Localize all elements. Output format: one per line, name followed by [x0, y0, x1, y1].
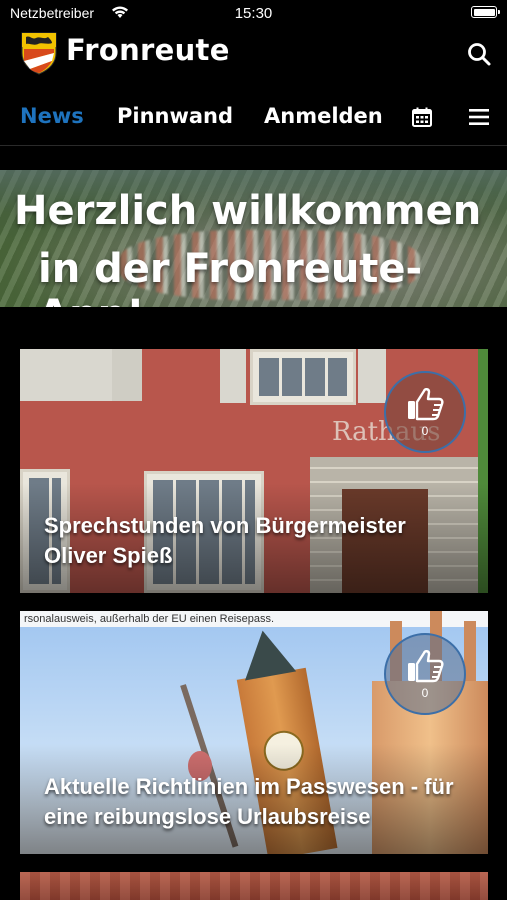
- status-bar: Netzbetreiber 15:30: [0, 0, 507, 28]
- calendar-icon[interactable]: [411, 106, 433, 128]
- window: [250, 349, 356, 405]
- card-title-line2: Oliver Spieß: [44, 543, 173, 568]
- news-card[interactable]: rsonalausweis, außerhalb der EU einen Re…: [20, 611, 488, 854]
- window-shutter: [358, 349, 386, 403]
- tab-anmelden[interactable]: Anmelden: [264, 104, 383, 128]
- clock-label: 15:30: [234, 5, 273, 22]
- search-icon[interactable]: [465, 40, 493, 68]
- window-shutter: [220, 349, 246, 403]
- battery-icon: [471, 6, 500, 18]
- tab-pinnwand[interactable]: Pinnwand: [117, 104, 233, 128]
- card-title: Aktuelle Richtlinien im Passwesen - für …: [44, 772, 464, 832]
- banner-title-line2: in der Fronreute-App!: [38, 246, 423, 307]
- news-card[interactable]: [20, 872, 488, 900]
- coat-of-arms-icon: [21, 32, 57, 75]
- like-button[interactable]: 0: [384, 633, 466, 715]
- hamburger-menu-icon[interactable]: [468, 106, 490, 128]
- thumbs-up-icon: [408, 650, 444, 683]
- tab-bar: News Pinnwand Anmelden: [0, 94, 507, 146]
- like-count: 0: [421, 686, 429, 700]
- tab-news[interactable]: News: [20, 104, 84, 128]
- thumbs-up-icon: [408, 388, 444, 421]
- welcome-banner[interactable]: Herzlich willkommen in der Fronreute-App…: [0, 170, 507, 307]
- news-card[interactable]: Rathaus Sprechstunden von Bürgermeister …: [20, 349, 488, 593]
- card-title-line1: Aktuelle Richtlinien im Passwesen - für: [44, 774, 454, 799]
- document-strip: rsonalausweis, außerhalb der EU einen Re…: [20, 611, 488, 627]
- window-shutter: [112, 349, 142, 401]
- app-header: Fronreute: [0, 28, 507, 78]
- like-count: 0: [421, 424, 429, 438]
- app-title: Fronreute: [66, 33, 230, 67]
- card-title-line2: eine reibungslose Urlaubsreise: [44, 804, 371, 829]
- tower-roof: [236, 626, 297, 681]
- banner-title-line1: Herzlich willkommen: [14, 188, 482, 234]
- card-image: [20, 872, 488, 900]
- card-title-line1: Sprechstunden von Bürgermeister: [44, 513, 406, 538]
- like-button[interactable]: 0: [384, 371, 466, 453]
- card-title: Sprechstunden von Bürgermeister Oliver S…: [44, 511, 464, 571]
